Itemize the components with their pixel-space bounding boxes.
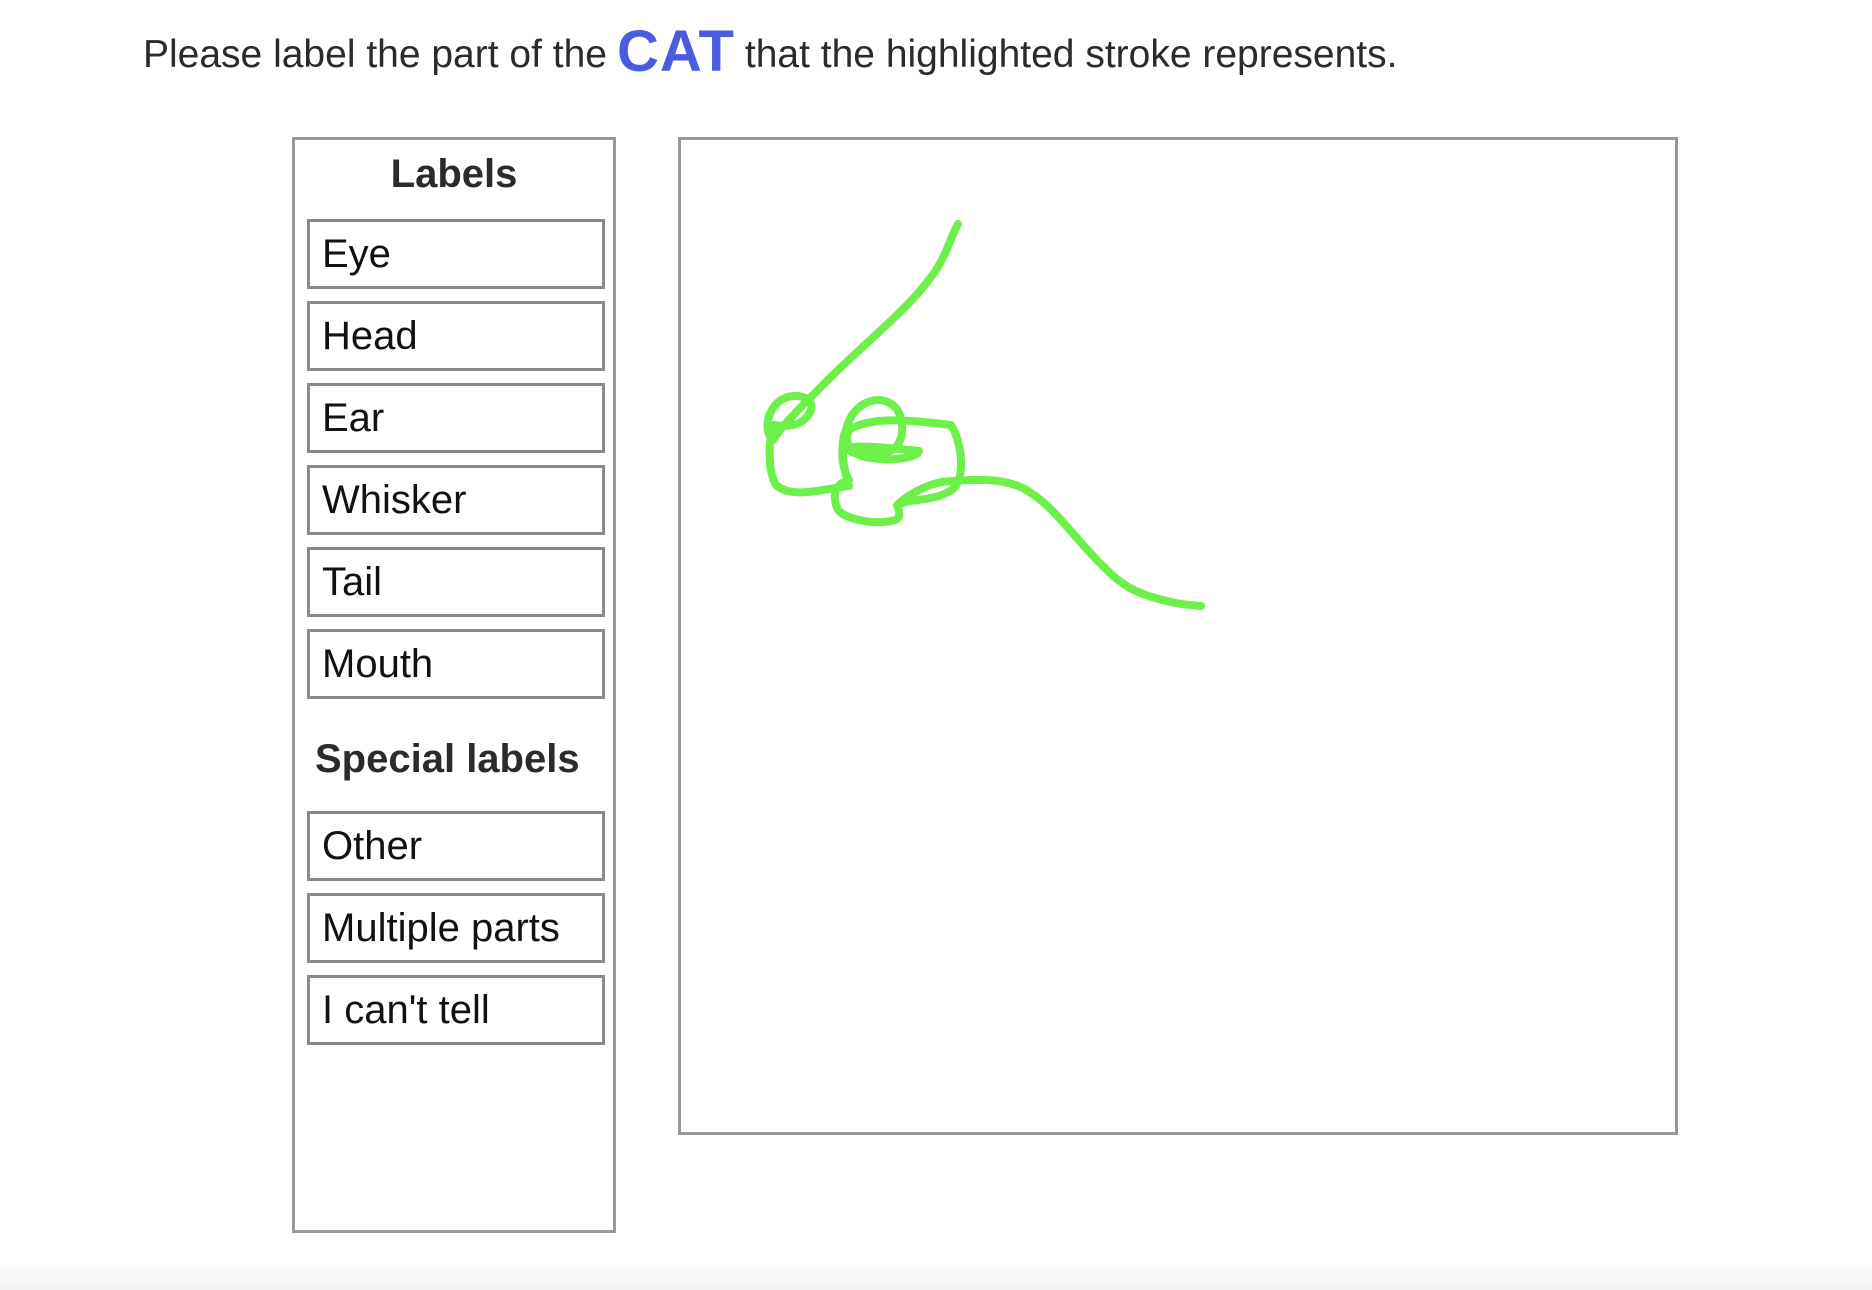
label-button-eye[interactable]: Eye <box>307 219 605 289</box>
label-button-other[interactable]: Other <box>307 811 605 881</box>
prompt-text-after: that the highlighted stroke represents. <box>744 33 1398 76</box>
labels-heading: Labels <box>390 152 518 196</box>
label-button-head[interactable]: Head <box>307 301 605 371</box>
special-labels-heading: Special labels <box>315 737 580 781</box>
instruction-prompt: Please label the part of the CAT that th… <box>143 10 1397 100</box>
label-button-multiple-parts[interactable]: Multiple parts <box>307 893 605 963</box>
category-name: CAT <box>616 18 735 84</box>
label-button-tail[interactable]: Tail <box>307 547 605 617</box>
page-bottom-edge <box>0 1262 1872 1290</box>
labels-panel: Labels Eye Head Ear Whisker Tail Mouth S… <box>292 137 616 1233</box>
highlighted-stroke <box>763 220 1205 610</box>
prompt-text-before: Please label the part of the <box>143 33 607 76</box>
label-button-cant-tell[interactable]: I can't tell <box>307 975 605 1045</box>
label-button-ear[interactable]: Ear <box>307 383 605 453</box>
sketch-svg <box>763 220 1205 610</box>
drawing-canvas[interactable] <box>678 137 1678 1135</box>
label-button-whisker[interactable]: Whisker <box>307 465 605 535</box>
label-button-mouth[interactable]: Mouth <box>307 629 605 699</box>
